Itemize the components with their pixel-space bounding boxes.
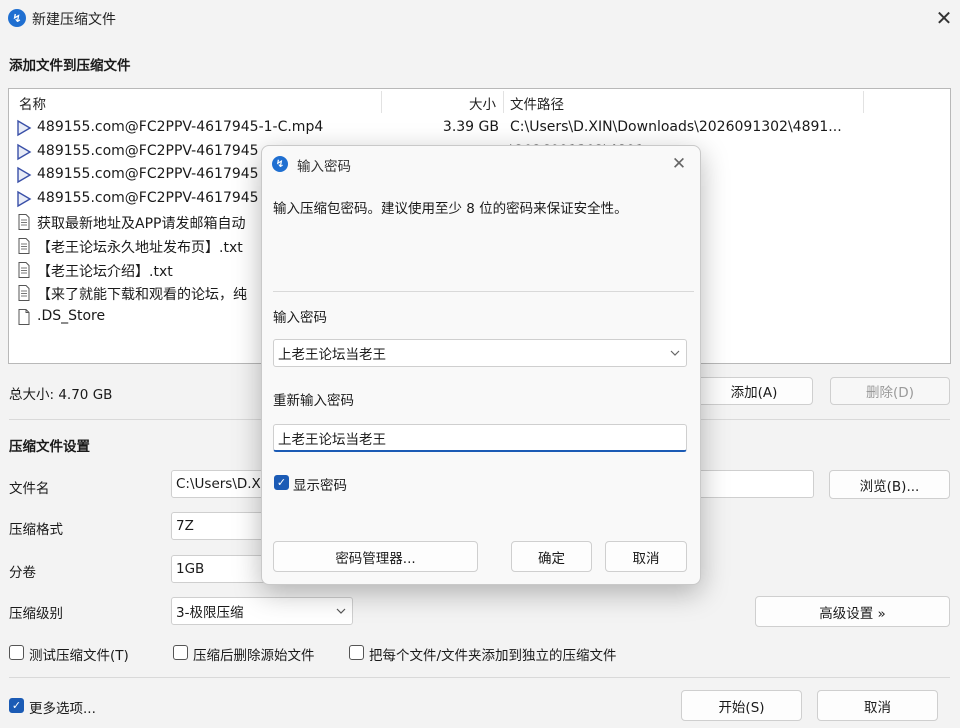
confirm-password-value: 上老王论坛当老王 <box>278 431 386 448</box>
file-name: 489155.com@FC2PPV-4617945-1-C.mp4 <box>37 119 324 135</box>
file-name: .DS_Store <box>37 307 106 324</box>
delete-source-checkbox[interactable] <box>173 645 188 660</box>
column-header-name[interactable]: 名称 <box>19 93 46 113</box>
more-options-checkbox[interactable]: ✓ <box>9 698 24 713</box>
filename-value: C:\Users\D.X <box>176 476 261 492</box>
file-name: 489155.com@FC2PPV-4617945 <box>37 166 259 183</box>
blank-file-icon <box>15 308 33 326</box>
chevron-down-icon[interactable] <box>670 350 680 356</box>
format-value: 7Z <box>176 518 194 534</box>
show-password-checkbox[interactable]: ✓ <box>274 475 289 490</box>
dialog-close-icon[interactable]: ✕ <box>667 152 691 176</box>
chevron-down-icon <box>336 608 346 614</box>
show-password-label: 显示密码 <box>293 478 347 494</box>
ok-button[interactable]: 确定 <box>511 541 592 572</box>
level-value: 3-极限压缩 <box>176 605 244 621</box>
video-file-icon <box>15 143 33 161</box>
total-size: 总大小: 4.70 GB <box>9 387 113 403</box>
file-name: 【老王论坛永久地址发布页】.txt <box>37 240 243 256</box>
file-name: 获取最新地址及APP请发邮箱自动 <box>37 216 246 233</box>
file-size: 3.39 GB <box>442 119 499 135</box>
each-separate-label: 把每个文件/文件夹添加到独立的压缩文件 <box>369 648 617 664</box>
window-title: 新建压缩文件 <box>32 12 116 28</box>
file-row[interactable]: 489155.com@FC2PPV-4617945-1-C.mp4 3.39 GB… <box>9 116 950 140</box>
dialog-title: 输入密码 <box>297 159 351 175</box>
text-file-icon <box>15 261 33 279</box>
app-logo-icon: ↯ <box>8 9 26 27</box>
settings-heading: 压缩文件设置 <box>9 439 90 455</box>
filename-label: 文件名 <box>9 481 50 497</box>
file-name: 【来了就能下载和观看的论坛，纯 <box>37 287 247 304</box>
text-file-icon <box>15 237 33 255</box>
delete-source-label: 压缩后删除源始文件 <box>193 648 315 664</box>
each-separate-checkbox[interactable] <box>349 645 364 660</box>
confirm-password-label: 重新输入密码 <box>273 393 354 409</box>
password-manager-button[interactable]: 密码管理器... <box>273 541 478 572</box>
start-button[interactable]: 开始(S) <box>681 690 802 721</box>
column-header-path[interactable]: 文件路径 <box>510 93 564 113</box>
dialog-description: 输入压缩包密码。建议使用至少 8 位的密码来保证安全性。 <box>273 201 628 217</box>
file-name: 【老王论坛介绍】.txt <box>37 263 173 280</box>
text-file-icon <box>15 284 33 302</box>
close-icon[interactable]: ✕ <box>930 4 958 32</box>
title-bar: ↯ 新建压缩文件 ✕ <box>0 0 960 36</box>
add-button[interactable]: 添加(A) <box>695 377 813 405</box>
browse-button[interactable]: 浏览(B)... <box>829 470 950 499</box>
delete-button[interactable]: 删除(D) <box>830 377 950 405</box>
dialog-divider <box>273 291 694 292</box>
confirm-password-input[interactable]: 上老王论坛当老王 <box>273 424 687 452</box>
dialog-cancel-button[interactable]: 取消 <box>605 541 687 572</box>
level-select[interactable]: 3-极限压缩 <box>171 597 353 625</box>
file-name: 489155.com@FC2PPV-4617945 <box>37 142 259 159</box>
file-name: 489155.com@FC2PPV-4617945 <box>37 189 259 206</box>
cancel-button[interactable]: 取消 <box>817 690 938 721</box>
volume-label: 分卷 <box>9 565 36 581</box>
password-input[interactable]: 上老王论坛当老王 <box>273 339 687 367</box>
file-path: C:\Users\D.XIN\Downloads\2026091302\4891… <box>510 119 842 135</box>
footer-divider <box>9 677 950 678</box>
advanced-settings-button[interactable]: 高级设置 » <box>755 596 950 627</box>
password-label: 输入密码 <box>273 310 327 326</box>
video-file-icon <box>15 119 33 137</box>
level-label: 压缩级别 <box>9 606 63 622</box>
video-file-icon <box>15 190 33 208</box>
password-value: 上老王论坛当老王 <box>278 347 386 363</box>
app-logo-icon: ↯ <box>272 156 288 172</box>
more-options-label: 更多选项... <box>29 701 96 717</box>
test-archive-label: 测试压缩文件(T) <box>29 648 129 664</box>
text-file-icon <box>15 213 33 231</box>
video-file-icon <box>15 166 33 184</box>
column-divider <box>381 91 382 113</box>
column-divider <box>503 91 504 113</box>
files-section-heading: 添加文件到压缩文件 <box>9 58 131 74</box>
password-dialog: ↯ 输入密码 ✕ 输入压缩包密码。建议使用至少 8 位的密码来保证安全性。 输入… <box>261 145 701 585</box>
format-label: 压缩格式 <box>9 522 63 538</box>
test-archive-checkbox[interactable] <box>9 645 24 660</box>
volume-value: 1GB <box>176 561 205 577</box>
column-header-size[interactable]: 大小 <box>469 93 496 113</box>
column-divider <box>863 91 864 113</box>
